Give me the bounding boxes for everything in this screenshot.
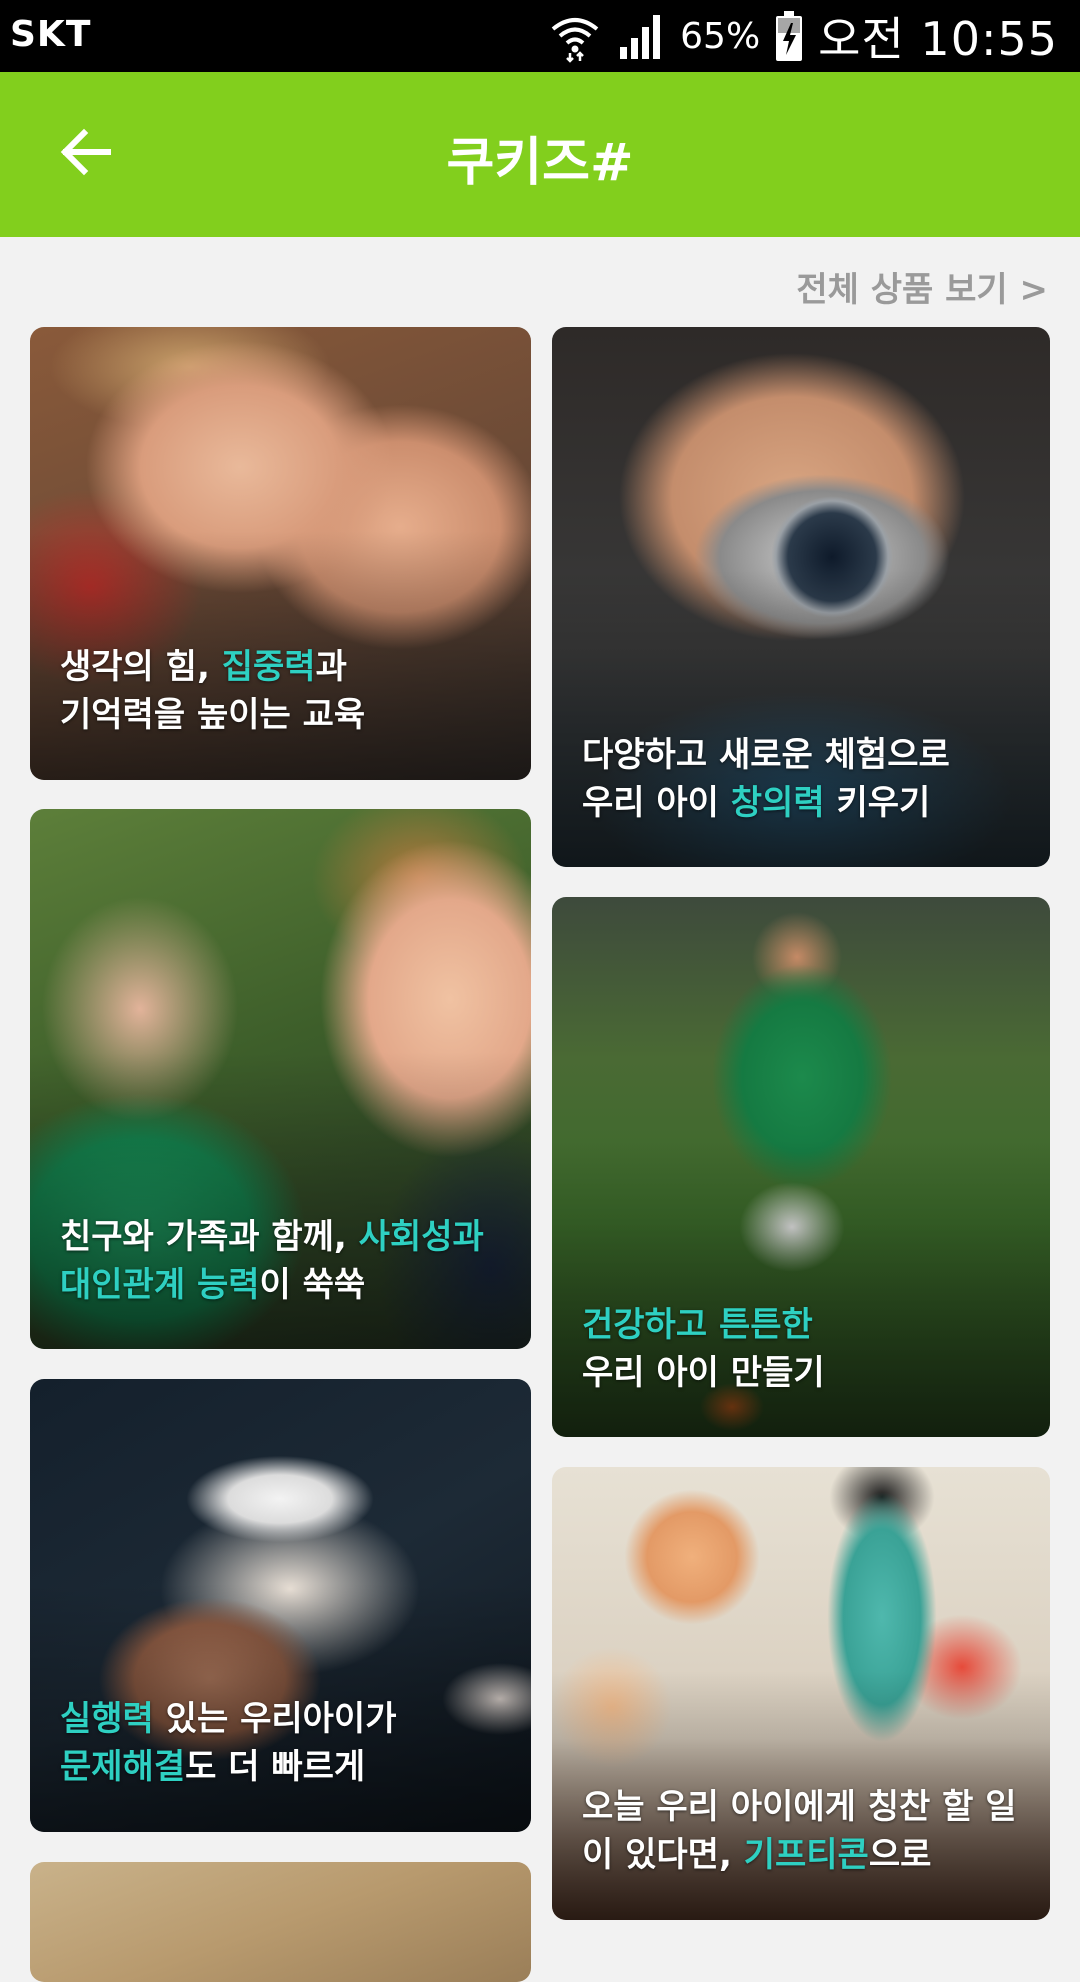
caption-text: 기억력을 높이는 교육	[60, 695, 366, 735]
caption-text: 오늘 우리 아이에게 칭찬 할 일	[582, 1787, 1017, 1827]
caption-text: 친구와 가족과 함께,	[60, 1217, 359, 1257]
status-icons: 65% 오전 10:55	[548, 8, 1058, 66]
caption-text: 있는 우리아이가	[153, 1699, 397, 1739]
app-bar: 쿠키즈#	[0, 72, 1080, 237]
caption-text: 키우기	[824, 783, 931, 823]
caption-highlight: 창의력	[730, 783, 825, 823]
caption-line: 오늘 우리 아이에게 칭찬 할 일	[582, 1783, 1030, 1831]
card-caption: 실행력 있는 우리아이가 문제해결도 더 빠르게	[60, 1695, 511, 1791]
card-caption: 오늘 우리 아이에게 칭찬 할 일 이 있다면, 기프티콘으로	[582, 1783, 1030, 1879]
program-card-creativity[interactable]: 다양하고 새로운 체험으로 우리 아이 창의력 키우기	[552, 327, 1050, 867]
caption-text: 생각의 힘,	[60, 647, 222, 687]
card-caption: 생각의 힘, 집중력과 기억력을 높이는 교육	[60, 643, 511, 739]
caption-line: 문제해결도 더 빠르게	[60, 1743, 511, 1791]
program-card-focus[interactable]: 생각의 힘, 집중력과 기억력을 높이는 교육	[30, 327, 531, 780]
caption-line: 기억력을 높이는 교육	[60, 691, 511, 739]
caption-line: 우리 아이 창의력 키우기	[582, 779, 1030, 827]
battery-percent: 65%	[680, 15, 761, 57]
caption-line: 친구와 가족과 함께, 사회성과	[60, 1213, 511, 1261]
card-caption: 건강하고 튼튼한 우리 아이 만들기	[582, 1301, 1030, 1397]
caption-text: 이 있다면,	[582, 1835, 744, 1875]
caption-highlight: 문제해결	[60, 1747, 186, 1787]
card-caption: 친구와 가족과 함께, 사회성과 대인관계 능력이 쑥쑥	[60, 1213, 511, 1309]
caption-text: 으로	[868, 1835, 932, 1875]
caption-line: 생각의 힘, 집중력과	[60, 643, 511, 691]
view-all-products-link[interactable]: 전체 상품 보기 >	[796, 262, 1048, 311]
status-bar: SKT 65% 오전 10:55	[0, 0, 1080, 72]
caption-line: 이 있다면, 기프티콘으로	[582, 1831, 1030, 1879]
caption-highlight: 집중력	[221, 647, 316, 687]
card-caption: 다양하고 새로운 체험으로 우리 아이 창의력 키우기	[582, 731, 1030, 827]
caption-text: 다양하고 새로운 체험으로	[582, 735, 950, 775]
caption-line: 다양하고 새로운 체험으로	[582, 731, 1030, 779]
carrier-label: SKT	[10, 14, 92, 55]
caption-highlight: 대인관계 능력	[60, 1265, 260, 1305]
caption-line: 건강하고 튼튼한	[582, 1301, 1030, 1349]
program-card-partial[interactable]	[30, 1862, 531, 1982]
caption-text: 과	[315, 647, 347, 687]
caption-highlight: 실행력	[60, 1699, 154, 1739]
battery-charging-icon	[774, 9, 804, 63]
program-card-sociability[interactable]: 친구와 가족과 함께, 사회성과 대인관계 능력이 쑥쑥	[30, 809, 531, 1349]
program-card-health[interactable]: 건강하고 튼튼한 우리 아이 만들기	[552, 897, 1050, 1437]
caption-text: 도 더 빠르게	[185, 1747, 366, 1787]
caption-line: 실행력 있는 우리아이가	[60, 1695, 511, 1743]
caption-line: 우리 아이 만들기	[582, 1349, 1030, 1397]
page-title: 쿠키즈#	[446, 133, 634, 193]
program-card-problem-solving[interactable]: 실행력 있는 우리아이가 문제해결도 더 빠르게	[30, 1379, 531, 1832]
program-card-gifticon[interactable]: 오늘 우리 아이에게 칭찬 할 일 이 있다면, 기프티콘으로	[552, 1467, 1050, 1920]
wifi-icon	[548, 9, 602, 63]
caption-highlight: 사회성과	[358, 1217, 484, 1257]
caption-highlight: 기프티콘	[743, 1835, 869, 1875]
caption-text: 우리 아이	[582, 783, 731, 823]
caption-text: 우리 아이 만들기	[582, 1353, 825, 1393]
caption-line: 대인관계 능력이 쑥쑥	[60, 1261, 511, 1309]
caption-text: 이 쑥쑥	[259, 1265, 366, 1305]
clock: 오전 10:55	[818, 12, 1058, 66]
signal-icon	[616, 11, 666, 61]
caption-highlight: 건강하고 튼튼한	[582, 1305, 813, 1345]
